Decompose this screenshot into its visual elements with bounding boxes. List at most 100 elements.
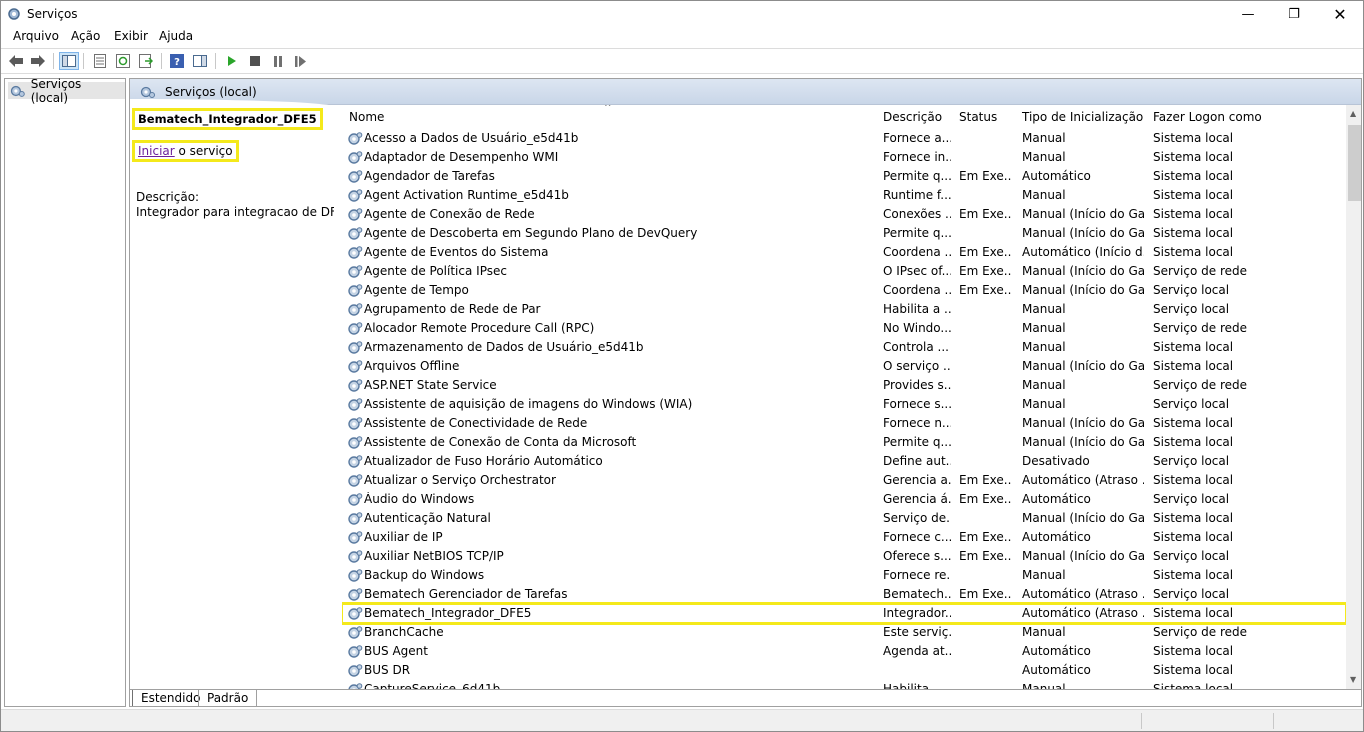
scroll-down-icon[interactable]: ▼ xyxy=(1350,675,1356,684)
service-name: Áudio do Windows xyxy=(364,492,475,506)
service-gear-icon xyxy=(347,416,363,431)
service-logon-as: Serviço local xyxy=(1153,492,1230,506)
service-row[interactable]: BUS DR Automático Sistema local xyxy=(342,661,1346,680)
service-startup-type: Manual (Início do Ga... xyxy=(1022,549,1144,563)
services-list: ^ Nome Descrição Status Tipo de Iniciali… xyxy=(342,105,1346,689)
service-row[interactable]: Agrupamento de Rede de Par Habilita a ...… xyxy=(342,300,1346,319)
service-row[interactable]: Auxiliar NetBIOS TCP/IP Oferece s... Em Ex… xyxy=(342,547,1346,566)
minimize-button[interactable]: — xyxy=(1225,1,1271,27)
services-gear-icon xyxy=(8,8,20,20)
service-startup-type: Desativado xyxy=(1022,454,1090,468)
service-name: Atualizador de Fuso Horário Automático xyxy=(364,454,603,468)
close-button[interactable]: ✕ xyxy=(1317,1,1363,27)
service-description: Conexões ... xyxy=(883,207,951,221)
service-row[interactable]: Bematech_Integrador_DFE5 Integrador... Aut… xyxy=(342,602,1346,625)
tab-padrao[interactable]: Padrão xyxy=(198,690,258,706)
service-row[interactable]: Assistente de Conexão de Conta da Micros… xyxy=(342,433,1346,452)
service-gear-icon xyxy=(347,283,363,298)
service-status: Em Exe... xyxy=(959,587,1011,601)
service-description: Fornece n... xyxy=(883,416,951,430)
service-logon-as: Serviço de rede xyxy=(1153,321,1247,335)
service-row[interactable]: Bematech Gerenciador de Tarefas Bematech.… xyxy=(342,585,1346,604)
service-row[interactable]: Agente de Conexão de Rede Conexões ... Em … xyxy=(342,205,1346,224)
service-row[interactable]: Alocador Remote Procedure Call (RPC) No W… xyxy=(342,319,1346,338)
service-name: Agente de Descoberta em Segundo Plano de… xyxy=(364,226,698,240)
service-row[interactable]: Adaptador de Desempenho WMI Fornece in...… xyxy=(342,148,1346,167)
service-description: O serviço ... xyxy=(883,359,951,373)
service-name: BUS Agent xyxy=(364,644,428,658)
properties-icon[interactable] xyxy=(90,52,110,70)
service-description: Habilita... xyxy=(883,682,941,689)
service-row[interactable]: ASP.NET State Service Provides s... Manual… xyxy=(342,376,1346,395)
service-gear-icon xyxy=(347,530,363,545)
service-row[interactable]: Assistente de Conectividade de Rede Forne… xyxy=(342,414,1346,433)
services-pane: Serviços (local) Bematech_Integrador_DFE… xyxy=(129,78,1362,707)
pause-service-icon[interactable] xyxy=(268,52,288,70)
service-description: Permite q... xyxy=(883,169,951,183)
column-header-status[interactable]: Status xyxy=(959,110,997,124)
tab-estendido[interactable]: Estendido xyxy=(132,690,209,706)
description-label: Descrição: xyxy=(136,190,200,204)
start-service-link[interactable]: Iniciar xyxy=(138,144,175,158)
maximize-button[interactable]: ❐ xyxy=(1271,1,1317,27)
description-text: Integrador para integracao de DF-e xyxy=(136,205,334,219)
service-gear-icon xyxy=(347,454,363,469)
service-row[interactable]: Agente de Política IPsec O IPsec of... Em … xyxy=(342,262,1346,281)
restart-service-icon[interactable] xyxy=(291,52,311,70)
console-tree-icon[interactable] xyxy=(59,52,79,70)
status-bar-divider xyxy=(1141,713,1142,729)
service-logon-as: Sistema local xyxy=(1153,568,1234,582)
service-description: Coordena ... xyxy=(883,245,951,259)
column-header-logon-as[interactable]: Fazer Logon como xyxy=(1153,110,1262,124)
service-startup-type: Manual xyxy=(1022,188,1066,202)
service-name: Adaptador de Desempenho WMI xyxy=(364,150,559,164)
back-arrow-icon[interactable] xyxy=(6,52,26,70)
refresh-icon[interactable] xyxy=(113,52,133,70)
column-header-description[interactable]: Descrição xyxy=(883,110,942,124)
scroll-up-icon[interactable]: ▲ xyxy=(1350,109,1356,118)
service-row[interactable]: Agente de Descoberta em Segundo Plano de… xyxy=(342,224,1346,243)
column-header-name[interactable]: Nome xyxy=(349,110,384,124)
service-row[interactable]: Agente de Eventos do Sistema Coordena ...… xyxy=(342,243,1346,262)
service-startup-type: Manual xyxy=(1022,568,1066,582)
service-row[interactable]: Autenticação Natural Serviço de... Manual … xyxy=(342,509,1346,528)
service-row[interactable]: Auxiliar de IP Fornece c... Em Exe... Autom… xyxy=(342,528,1346,547)
export-list-icon[interactable] xyxy=(136,52,156,70)
service-row[interactable]: CaptureService_6d41b Habilita... Manual Sis… xyxy=(342,680,1346,689)
action-pane-icon[interactable] xyxy=(190,52,210,70)
service-row[interactable]: Arquivos Offline O serviço ... Manual (Iní… xyxy=(342,357,1346,376)
menu-exibir[interactable]: Exibir xyxy=(114,29,148,43)
forward-arrow-icon[interactable] xyxy=(28,52,48,70)
service-startup-type: Automático xyxy=(1022,492,1091,506)
stop-service-icon[interactable] xyxy=(245,52,265,70)
menu-acao[interactable]: Ação xyxy=(71,29,100,43)
menu-arquivo[interactable]: Arquivo xyxy=(13,29,59,43)
service-row[interactable]: BranchCache Este serviç... Manual Serviço d… xyxy=(342,623,1346,642)
scrollbar-thumb[interactable] xyxy=(1348,125,1361,201)
service-gear-icon xyxy=(347,435,363,450)
column-header-startup-type[interactable]: Tipo de Inicialização xyxy=(1022,110,1143,124)
service-row[interactable]: Atualizador de Fuso Horário Automático De… xyxy=(342,452,1346,471)
service-gear-icon xyxy=(347,511,363,526)
vertical-scrollbar[interactable]: ▲ ▼ xyxy=(1346,105,1361,689)
service-name: Agente de Tempo xyxy=(364,283,469,297)
service-row[interactable]: Armazenamento de Dados de Usuário_e5d41b… xyxy=(342,338,1346,357)
service-startup-type: Automático xyxy=(1022,530,1091,544)
help-icon[interactable]: ? xyxy=(167,52,187,70)
service-row[interactable]: Agendador de Tarefas Permite q... Em Exe..… xyxy=(342,167,1346,186)
service-description: Runtime f... xyxy=(883,188,951,202)
service-row[interactable]: BUS Agent Agenda at... Automático Sistema l… xyxy=(342,642,1346,661)
service-row[interactable]: Backup do Windows Fornece re... Manual Sist… xyxy=(342,566,1346,585)
start-service-icon[interactable] xyxy=(222,52,242,70)
service-row[interactable]: Acesso a Dados de Usuário_e5d41b Fornece … xyxy=(342,129,1346,148)
service-row[interactable]: Agente de Tempo Coordena ... Em Exe... Manu… xyxy=(342,281,1346,300)
service-row[interactable]: Áudio do Windows Gerencia á... Em Exe... Au… xyxy=(342,490,1346,509)
service-row[interactable]: Agent Activation Runtime_e5d41b Runtime f… xyxy=(342,186,1346,205)
service-status: Em Exe... xyxy=(959,283,1011,297)
menu-ajuda[interactable]: Ajuda xyxy=(159,29,193,43)
service-row[interactable]: Assistente de aquisição de imagens do Wi… xyxy=(342,395,1346,414)
tree-item-services-local[interactable]: Serviços (local) xyxy=(8,77,125,105)
service-gear-icon xyxy=(347,397,363,412)
service-description: Oferece s... xyxy=(883,549,951,563)
service-row[interactable]: Atualizar o Serviço Orchestrator Gerencia… xyxy=(342,471,1346,490)
